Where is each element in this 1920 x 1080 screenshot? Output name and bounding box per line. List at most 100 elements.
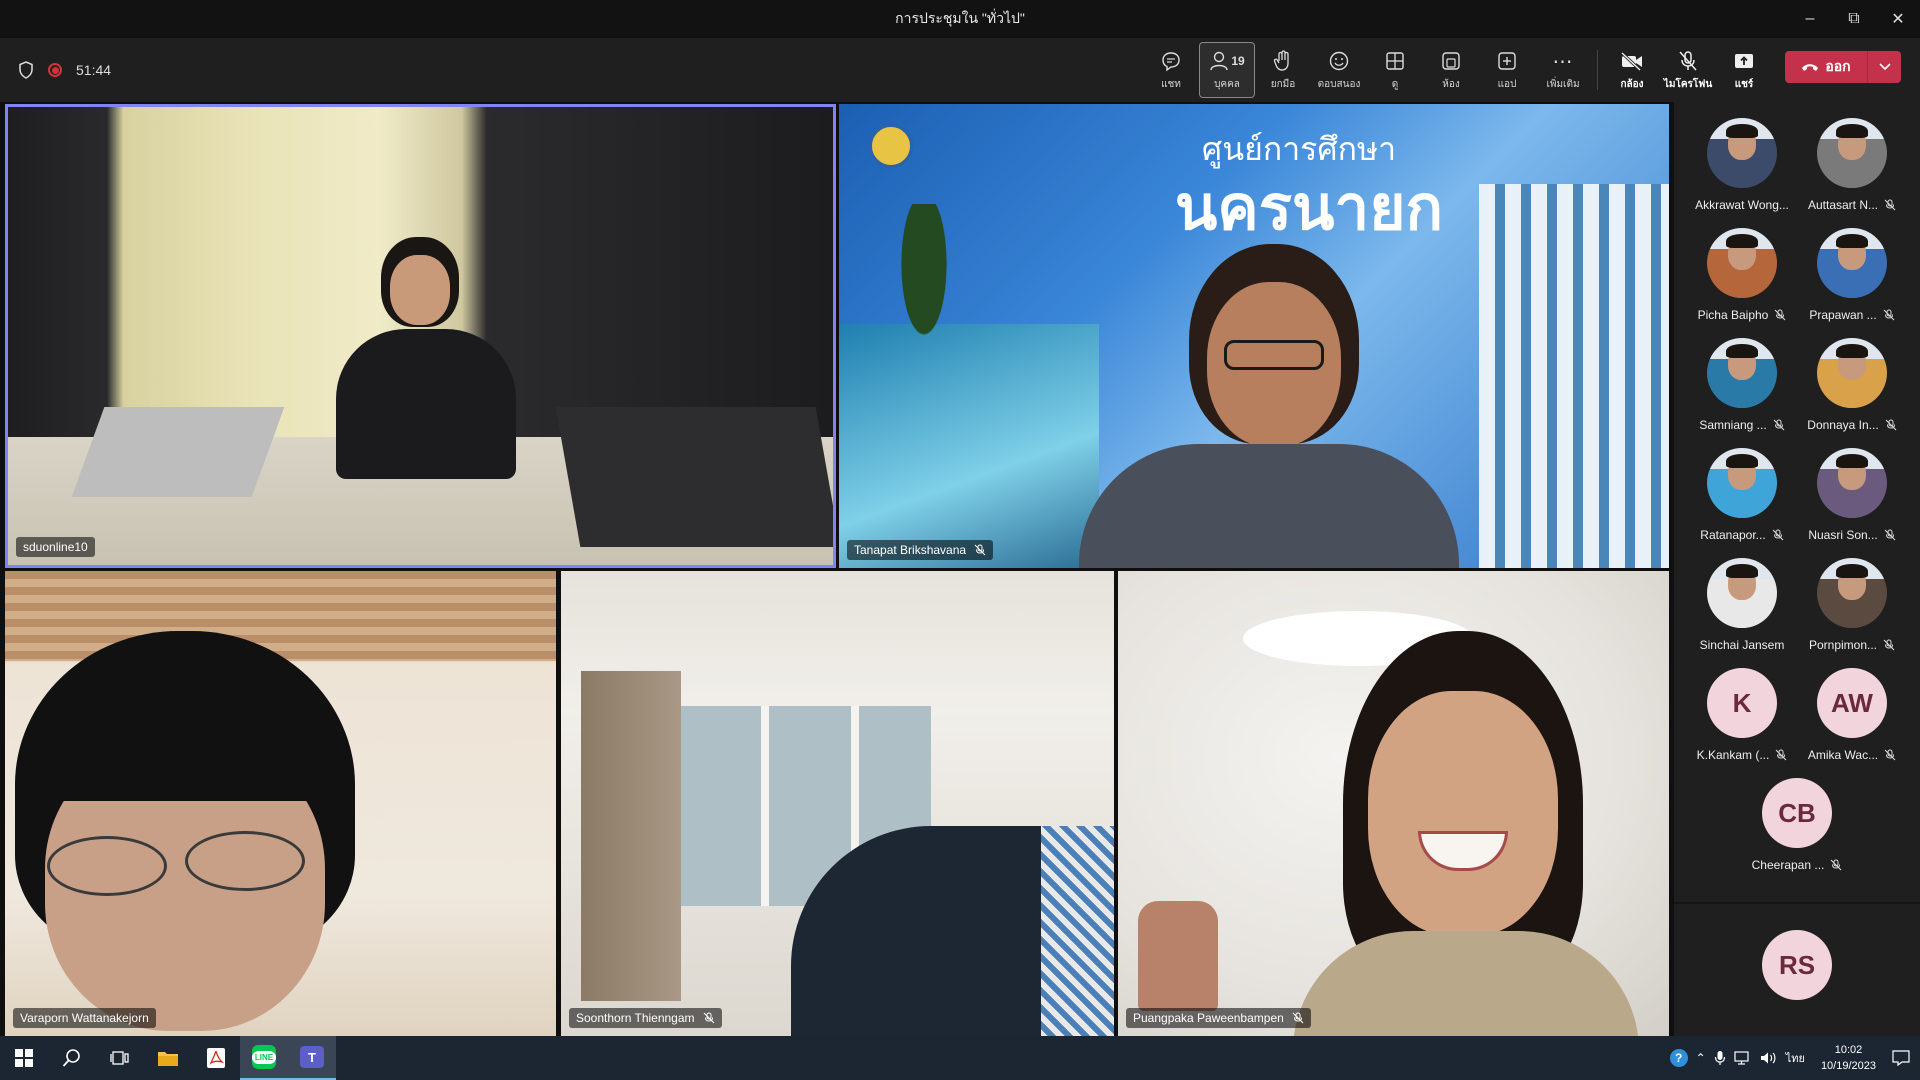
view-button[interactable]: ดู bbox=[1367, 42, 1423, 98]
roster-participant[interactable]: RS bbox=[1742, 930, 1852, 1040]
mic-off-icon bbox=[1679, 51, 1697, 71]
avatar bbox=[1707, 448, 1777, 518]
people-button[interactable]: 19 บุคคล bbox=[1199, 42, 1255, 98]
roster-participant[interactable]: Pornpimon... bbox=[1797, 558, 1907, 668]
video-tile-tanapat[interactable]: ศูนย์การศึกษา นครนายก Tanapat Brikshavan… bbox=[839, 104, 1669, 568]
task-view-button[interactable] bbox=[96, 1036, 144, 1080]
grid-icon bbox=[1386, 52, 1404, 70]
microphone-tray-icon[interactable] bbox=[1714, 1050, 1726, 1066]
mic-muted-icon bbox=[1292, 1012, 1304, 1024]
roster-participant[interactable]: Picha Baipho bbox=[1687, 228, 1797, 338]
avatar: CB bbox=[1762, 778, 1832, 848]
mic-muted-icon bbox=[1884, 749, 1896, 761]
chevron-up-icon[interactable]: ⌃ bbox=[1696, 1051, 1706, 1065]
shield-icon bbox=[19, 61, 33, 79]
roster-name: Samniang ... bbox=[1699, 418, 1785, 432]
minimize-button[interactable]: – bbox=[1788, 0, 1832, 38]
mic-muted-icon bbox=[703, 1012, 714, 1024]
camera-off-icon bbox=[1620, 51, 1642, 71]
participant-video bbox=[1293, 631, 1669, 1036]
raise-hand-button[interactable]: ยกมือ bbox=[1255, 42, 1311, 98]
teams-app-button[interactable]: T bbox=[288, 1036, 336, 1080]
avatar bbox=[1817, 558, 1887, 628]
window-title: การประชุมใน "ทั่วไป" bbox=[895, 10, 1025, 26]
toolbar-divider bbox=[1597, 50, 1598, 90]
hand-icon bbox=[1273, 50, 1289, 71]
roster-name: Amika Wac... bbox=[1808, 748, 1896, 762]
video-tile-puangpaka[interactable]: Puangpaka Paweenbampen bbox=[1118, 571, 1669, 1036]
roster-participant[interactable]: Prapawan ... bbox=[1797, 228, 1907, 338]
chevron-down-icon bbox=[1878, 63, 1891, 71]
tile-name-label: sduonline10 bbox=[16, 537, 95, 557]
roster-participant[interactable]: Auttasart N... bbox=[1797, 118, 1907, 228]
avatar bbox=[1707, 228, 1777, 298]
roster-participant[interactable]: Nuasri Son... bbox=[1797, 448, 1907, 558]
roster-name: Nuasri Son... bbox=[1808, 528, 1896, 542]
roster-participant[interactable]: Ratanapor... bbox=[1687, 448, 1797, 558]
notification-icon[interactable] bbox=[1892, 1050, 1910, 1066]
chat-icon bbox=[1162, 52, 1180, 72]
avatar bbox=[1707, 558, 1777, 628]
roster-name: Prapawan ... bbox=[1809, 308, 1895, 322]
participant-gallery: Akkrawat Wong... Auttasart N... Picha Baip… bbox=[1674, 102, 1920, 1036]
avatar bbox=[1707, 338, 1777, 408]
participant-video bbox=[1079, 244, 1459, 568]
rooms-button[interactable]: ห้อง bbox=[1423, 42, 1479, 98]
mic-muted-icon bbox=[1883, 309, 1895, 321]
roster-participant[interactable]: Akkrawat Wong... bbox=[1687, 118, 1797, 228]
restore-button[interactable]: ⧉ bbox=[1832, 0, 1876, 38]
help-icon[interactable]: ? bbox=[1669, 1049, 1688, 1067]
task-view-icon bbox=[110, 1051, 129, 1065]
roster-participant[interactable]: Samniang ... bbox=[1687, 338, 1797, 448]
acrobat-icon bbox=[207, 1048, 225, 1068]
participant-count: 19 bbox=[1231, 54, 1245, 68]
chat-button[interactable]: แชท bbox=[1143, 42, 1199, 98]
video-tile-sduonline10[interactable]: sduonline10 bbox=[5, 104, 836, 568]
leave-button[interactable]: ออก bbox=[1785, 51, 1867, 83]
recording-icon bbox=[48, 63, 62, 77]
roster-participant[interactable]: K K.Kankam (... bbox=[1687, 668, 1797, 778]
microphone-button[interactable]: ไมโครโฟน bbox=[1660, 42, 1716, 98]
language-indicator[interactable]: ไทย bbox=[1786, 1049, 1805, 1067]
participant-video bbox=[791, 826, 1114, 1036]
folder-icon bbox=[158, 1052, 178, 1066]
windows-logo-icon bbox=[15, 1049, 33, 1067]
mic-muted-icon bbox=[1775, 749, 1787, 761]
university-logo bbox=[869, 124, 913, 168]
video-tile-varaporn[interactable]: Varaporn Wattanakejorn bbox=[5, 571, 556, 1036]
leave-options-button[interactable] bbox=[1867, 51, 1901, 83]
mic-muted-icon bbox=[1884, 199, 1896, 211]
avatar bbox=[1817, 338, 1887, 408]
tile-name-label: Tanapat Brikshavana bbox=[847, 540, 994, 560]
start-button[interactable] bbox=[0, 1036, 48, 1080]
roster-name: Cheerapan ... bbox=[1752, 858, 1843, 872]
avatar: AW bbox=[1817, 668, 1887, 738]
mic-muted-icon bbox=[1772, 529, 1784, 541]
line-app-button[interactable]: LINE bbox=[240, 1036, 288, 1080]
mic-muted-icon bbox=[1883, 639, 1895, 651]
network-icon[interactable] bbox=[1734, 1051, 1752, 1065]
search-button[interactable] bbox=[48, 1036, 96, 1080]
more-button[interactable]: ⋯ เพิ่มเติม bbox=[1535, 42, 1591, 98]
close-button[interactable]: ✕ bbox=[1876, 0, 1920, 38]
camera-button[interactable]: กล้อง bbox=[1604, 42, 1660, 98]
mic-muted-icon bbox=[974, 544, 986, 556]
roster-participant[interactable]: Donnaya In... bbox=[1797, 338, 1907, 448]
roster-name: Ratanapor... bbox=[1700, 528, 1784, 542]
volume-icon[interactable] bbox=[1760, 1051, 1778, 1065]
apps-button[interactable]: แอป bbox=[1479, 42, 1535, 98]
video-tile-soonthorn[interactable]: Soonthorn Thienngam bbox=[561, 571, 1114, 1036]
roster-participant[interactable]: AW Amika Wac... bbox=[1797, 668, 1907, 778]
system-clock[interactable]: 10:02 10/19/2023 bbox=[1821, 1042, 1876, 1074]
file-explorer-button[interactable] bbox=[144, 1036, 192, 1080]
avatar bbox=[1817, 228, 1887, 298]
roster-participant[interactable]: Sinchai Jansem bbox=[1687, 558, 1797, 668]
rooms-icon bbox=[1442, 52, 1460, 70]
pdf-reader-button[interactable] bbox=[192, 1036, 240, 1080]
share-button[interactable]: แชร์ bbox=[1716, 42, 1772, 98]
roster-divider bbox=[1674, 902, 1920, 904]
smiley-icon bbox=[1329, 51, 1349, 71]
meeting-toolbar: 51:44 แชท 19 บุคคล ยกมือ ตอบสนอง ดู ห้อง… bbox=[0, 38, 1920, 102]
react-button[interactable]: ตอบสนอง bbox=[1311, 42, 1367, 98]
roster-participant[interactable]: CB Cheerapan ... bbox=[1742, 778, 1852, 888]
